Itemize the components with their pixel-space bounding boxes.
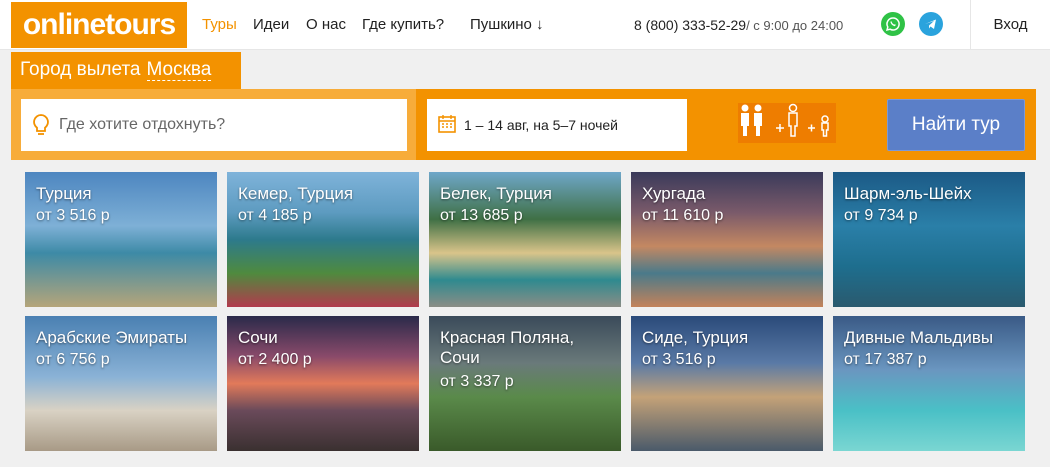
destination-name: Сиде, Турция: [642, 328, 749, 347]
destination-price: от 17 387 р: [844, 351, 927, 368]
destination-name: Белек, Турция: [440, 184, 552, 203]
destination-name: Дивные Мальдивы: [844, 328, 994, 347]
adult-icon: [754, 104, 762, 136]
phone-number[interactable]: 8 (800) 333-52-29: [634, 17, 746, 33]
destination-card[interactable]: Красная Поляна, Сочи от 3 337 р: [429, 316, 621, 451]
departure-city[interactable]: Москва: [146, 59, 212, 81]
destination-card[interactable]: Сочи от 2 400 р: [227, 316, 419, 451]
calendar-icon: [437, 113, 457, 140]
destination-card[interactable]: Сиде, Турция от 3 516 р: [631, 316, 823, 451]
destination-name: Сочи: [238, 328, 278, 347]
working-hours: / с 9:00 до 24:00: [746, 18, 844, 33]
destination-card[interactable]: Дивные Мальдивы от 17 387 р: [833, 316, 1025, 451]
destination-input[interactable]: Где хотите отдохнуть?: [21, 99, 407, 151]
destination-price: от 2 400 р: [238, 351, 312, 368]
onlinetours-logo[interactable]: onlinetours: [11, 2, 187, 48]
departure-label: Город вылета: [20, 59, 141, 80]
destination-price: от 3 516 р: [36, 207, 110, 224]
destination-price: от 13 685 р: [440, 207, 523, 224]
dates-selector[interactable]: 1 – 14 авг, на 5–7 ночей: [427, 99, 687, 151]
destination-card[interactable]: Шарм-эль-Шейх от 9 734 р: [833, 172, 1025, 307]
add-adult-icon: [776, 103, 798, 137]
destination-name: Шарм-эль-Шейх: [844, 184, 972, 203]
nav-tours[interactable]: Туры: [202, 0, 237, 50]
destination-card[interactable]: Турция от 3 516 р: [25, 172, 217, 307]
destination-price: от 11 610 р: [642, 207, 724, 224]
dates-value: 1 – 14 авг, на 5–7 ночей: [464, 117, 618, 133]
find-tour-button[interactable]: Найти тур: [887, 99, 1025, 151]
departure-city-selector[interactable]: Город вылета Москва: [11, 52, 241, 90]
login-button[interactable]: Вход: [970, 0, 1050, 50]
top-navigation-bar: onlinetours Туры Идеи О нас Где купить? …: [0, 0, 1050, 50]
destination-card[interactable]: Арабские Эмираты от 6 756 р: [25, 316, 217, 451]
tourists-selector[interactable]: [738, 103, 836, 143]
add-child-icon: [808, 115, 829, 137]
adult-icon: [741, 104, 749, 136]
destination-card[interactable]: Белек, Турция от 13 685 р: [429, 172, 621, 307]
whatsapp-icon[interactable]: [881, 12, 905, 36]
nav-ideas[interactable]: Идеи: [253, 0, 289, 50]
lightbulb-icon: [31, 113, 51, 142]
nav-about[interactable]: О нас: [306, 0, 346, 50]
destination-name: Хургада: [642, 184, 706, 203]
telegram-icon[interactable]: [919, 12, 943, 36]
tour-search-form: Где хотите отдохнуть? 1 – 14 авг, на 5–7…: [11, 89, 1036, 160]
destination-card[interactable]: Кемер, Турция от 4 185 р: [227, 172, 419, 307]
destination-placeholder: Где хотите отдохнуть?: [59, 116, 226, 133]
destination-price: от 3 516 р: [642, 351, 716, 368]
destination-price: от 9 734 р: [844, 207, 918, 224]
phone-contact[interactable]: 8 (800) 333-52-29/ с 9:00 до 24:00: [634, 0, 843, 51]
nav-where-to-buy[interactable]: Где купить?: [362, 0, 444, 50]
destination-price: от 6 756 р: [36, 351, 110, 368]
destination-price: от 4 185 р: [238, 207, 312, 224]
destination-name: Красная Поляна, Сочи: [440, 328, 575, 367]
destination-name: Турция: [36, 184, 92, 203]
destination-name: Арабские Эмираты: [36, 328, 188, 347]
destination-price: от 3 337 р: [440, 373, 514, 390]
location-selector[interactable]: Пушкино ↓: [470, 0, 544, 50]
destination-name: Кемер, Турция: [238, 184, 354, 203]
destination-card[interactable]: Хургада от 11 610 р: [631, 172, 823, 307]
